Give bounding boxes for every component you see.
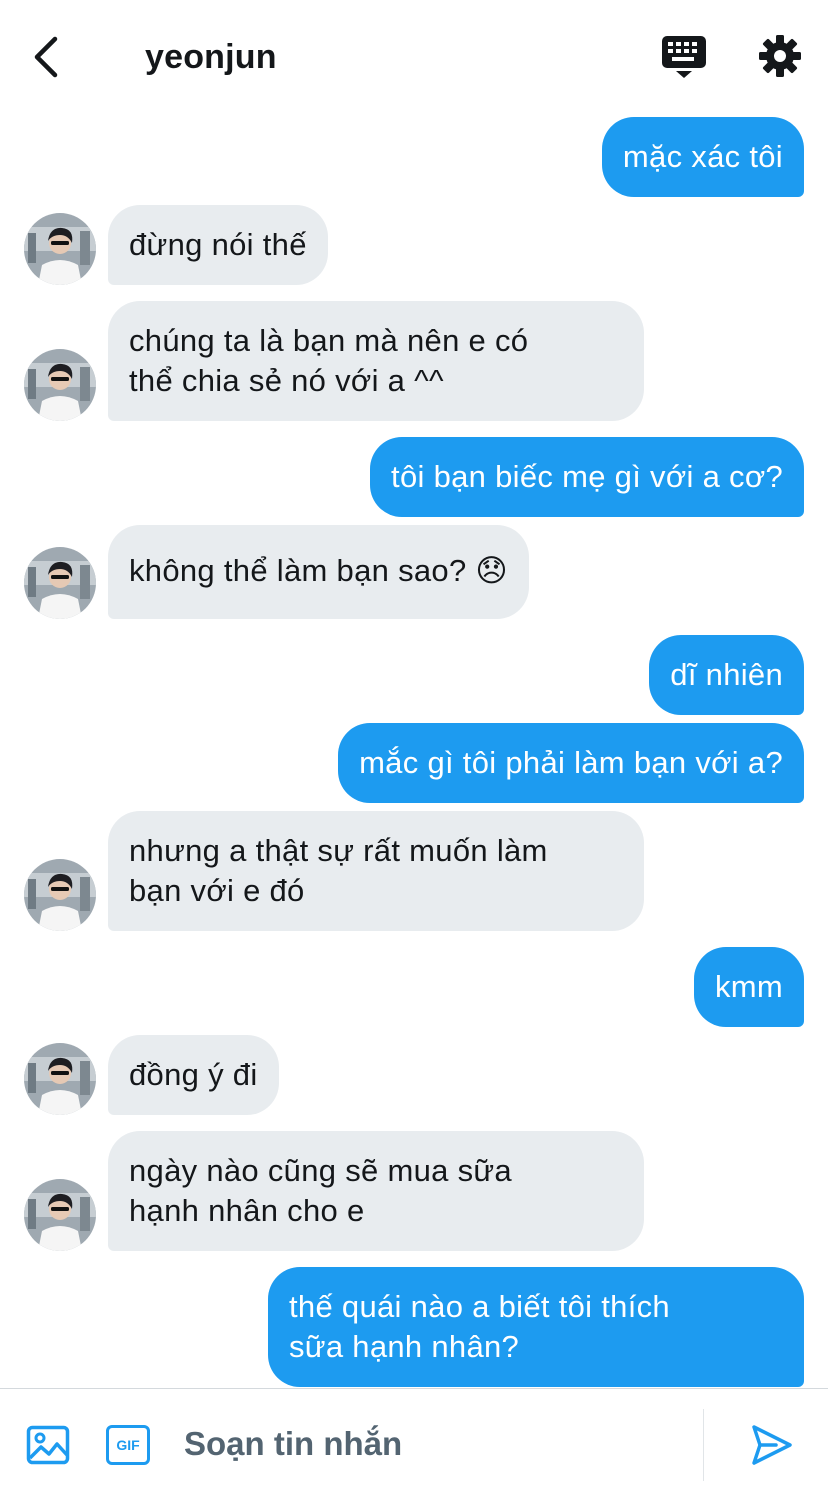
- avatar-image: [24, 349, 96, 421]
- avatar[interactable]: [24, 349, 96, 421]
- image-icon: [26, 1425, 70, 1465]
- avatar[interactable]: [24, 1043, 96, 1115]
- message-bubble-outgoing[interactable]: thế quái nào a biết tôi thích sữa hạnh n…: [268, 1267, 804, 1387]
- avatar[interactable]: [24, 213, 96, 285]
- message-bubble-incoming[interactable]: nhưng a thật sự rất muốn làm bạn với e đ…: [108, 811, 644, 931]
- avatar[interactable]: [24, 547, 96, 619]
- conversation-header: yeonjun: [0, 0, 828, 112]
- message-bubble-incoming[interactable]: không thể làm bạn sao? 😞: [108, 525, 530, 619]
- send-button[interactable]: [750, 1423, 794, 1467]
- avatar[interactable]: [24, 859, 96, 931]
- message-bubble-incoming[interactable]: đồng ý đi: [108, 1035, 279, 1115]
- keyboard-shortcuts-button[interactable]: [658, 30, 710, 80]
- message-bubble-outgoing[interactable]: kmm: [693, 947, 804, 1027]
- chevron-left-icon: [34, 36, 58, 78]
- message-bubble-incoming[interactable]: đừng nói thế: [108, 205, 328, 285]
- message-bubble-outgoing[interactable]: mắc gì tôi phải làm bạn với a?: [338, 723, 804, 803]
- message-bubble-incoming[interactable]: chúng ta là bạn mà nên e có thể chia sẻ …: [108, 301, 644, 421]
- avatar[interactable]: [24, 1179, 96, 1251]
- conversation-title[interactable]: yeonjun: [145, 34, 277, 80]
- add-media-button[interactable]: [26, 1425, 70, 1465]
- composer-divider: [703, 1409, 704, 1481]
- message-bubble-outgoing[interactable]: mặc xác tôi: [601, 117, 804, 197]
- compose-message-input[interactable]: [172, 1417, 672, 1471]
- message-bubble-outgoing[interactable]: tôi bạn biếc mẹ gì với a cơ?: [370, 437, 804, 517]
- message-composer: GIF: [0, 1388, 828, 1490]
- avatar-image: [24, 547, 96, 619]
- gear-icon: [759, 35, 801, 77]
- keyboard-icon: [662, 36, 706, 78]
- avatar-image: [24, 859, 96, 931]
- send-icon: [752, 1425, 792, 1465]
- avatar-image: [24, 1179, 96, 1251]
- message-bubble-incoming[interactable]: ngày nào cũng sẽ mua sữa hạnh nhân cho e: [108, 1131, 644, 1251]
- avatar-image: [24, 1043, 96, 1115]
- settings-button[interactable]: [756, 32, 804, 80]
- avatar-image: [24, 213, 96, 285]
- back-button[interactable]: [26, 34, 66, 80]
- message-list[interactable]: mặc xác tôi đừng nói thế chúng ta là bạn…: [0, 112, 828, 1388]
- gif-button[interactable]: GIF: [106, 1425, 150, 1465]
- message-bubble-outgoing[interactable]: dĩ nhiên: [649, 635, 804, 715]
